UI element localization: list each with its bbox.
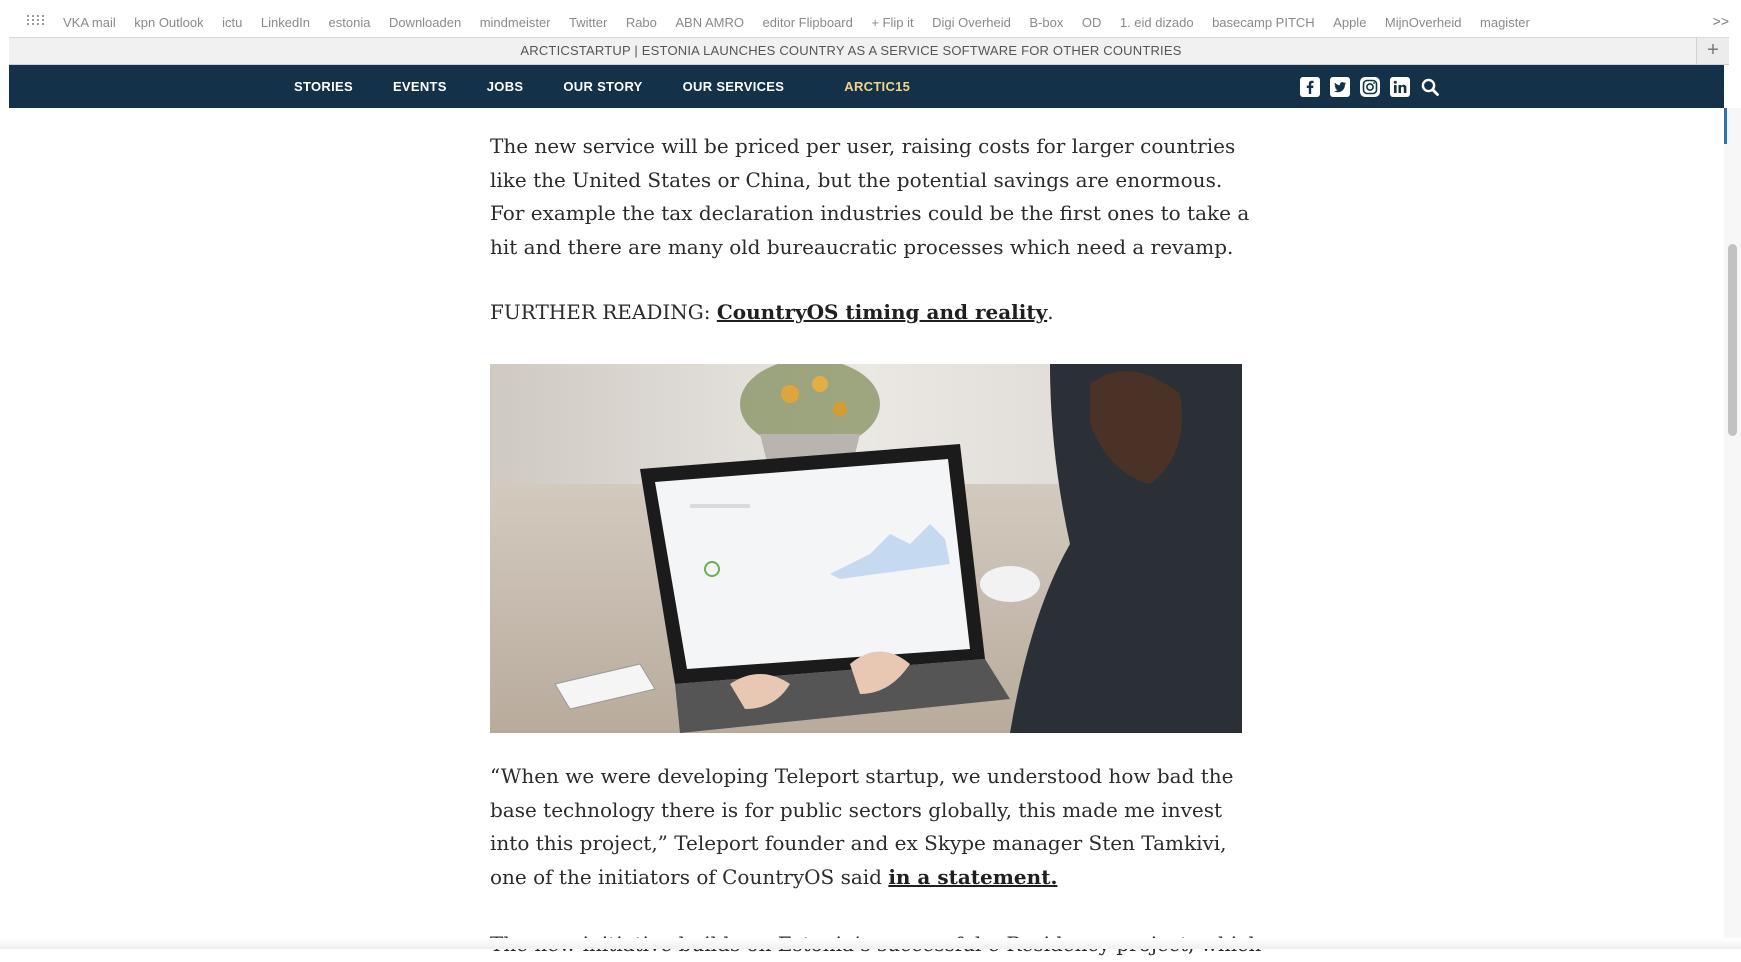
- further-reading-link[interactable]: CountryOS timing and reality: [717, 300, 1047, 324]
- nav-arctic15[interactable]: ARCTIC15: [844, 79, 910, 94]
- vertical-scrollbar[interactable]: [1724, 108, 1741, 949]
- search-icon[interactable]: [1419, 76, 1441, 98]
- site-navigation: STORIES EVENTS JOBS OUR STORY OUR SERVIC…: [9, 65, 1724, 108]
- bookmark-flip-it[interactable]: + Flip it: [871, 15, 913, 30]
- nav-our-services[interactable]: OUR SERVICES: [683, 79, 785, 94]
- browser-window: VKA mail kpn Outlook ictu LinkedIn eston…: [0, 0, 1741, 956]
- bookmark-apple[interactable]: Apple: [1333, 15, 1366, 30]
- bookmarks-bar: VKA mail kpn Outlook ictu LinkedIn eston…: [9, 7, 1729, 37]
- bookmark-kpn-outlook[interactable]: kpn Outlook: [134, 15, 203, 30]
- bookmark-basecamp-pitch[interactable]: basecamp PITCH: [1212, 15, 1315, 30]
- apps-grid-icon[interactable]: [27, 15, 45, 29]
- article-photo: [490, 364, 1242, 733]
- nav-stories[interactable]: STORIES: [294, 79, 353, 94]
- bookmark-b-box[interactable]: B-box: [1029, 15, 1063, 30]
- bookmark-od[interactable]: OD: [1082, 15, 1102, 30]
- bookmark-twitter[interactable]: Twitter: [569, 15, 607, 30]
- linkedin-icon[interactable]: [1389, 76, 1411, 98]
- bookmark-eid-dizado[interactable]: 1. eid dizado: [1120, 15, 1194, 30]
- bookmark-abn-amro[interactable]: ABN AMRO: [675, 15, 744, 30]
- bookmark-mijnoverheid[interactable]: MijnOverheid: [1385, 15, 1462, 30]
- nav-jobs[interactable]: JOBS: [487, 79, 524, 94]
- tab-active[interactable]: ARCTICSTARTUP | ESTONIA LAUNCHES COUNTRY…: [9, 43, 1693, 58]
- bookmark-mindmeister[interactable]: mindmeister: [480, 15, 551, 30]
- bookmark-estonia[interactable]: estonia: [329, 15, 371, 30]
- instagram-icon[interactable]: [1359, 76, 1381, 98]
- bookmark-linkedin[interactable]: LinkedIn: [261, 15, 310, 30]
- bookmark-magister[interactable]: magister: [1480, 15, 1530, 30]
- twitter-icon[interactable]: [1329, 76, 1351, 98]
- quote-paragraph: “When we were developing Teleport startu…: [490, 760, 1250, 894]
- laptop-photo-illustration: [490, 364, 1242, 733]
- statement-link[interactable]: in a statement.: [888, 865, 1057, 889]
- bookmark-vka-mail[interactable]: VKA mail: [63, 15, 116, 30]
- scroll-position-marker: [1724, 108, 1727, 144]
- article-paragraph: The new service will be priced per user,…: [490, 134, 1250, 259]
- nav-our-story[interactable]: OUR STORY: [563, 79, 642, 94]
- further-reading: FURTHER READING: CountryOS timing and re…: [490, 296, 1250, 330]
- bookmark-rabo[interactable]: Rabo: [626, 15, 657, 30]
- new-tab-button[interactable]: +: [1696, 38, 1729, 64]
- further-reading-label: FURTHER READING:: [490, 300, 717, 324]
- social-icons: [1299, 76, 1449, 98]
- bookmarks-overflow-button[interactable]: >>: [1713, 13, 1729, 29]
- nav-events[interactable]: EVENTS: [393, 79, 447, 94]
- nav-links: STORIES EVENTS JOBS OUR STORY OUR SERVIC…: [294, 65, 950, 108]
- bookmark-digi-overheid[interactable]: Digi Overheid: [932, 15, 1011, 30]
- window-bottom-edge: [0, 938, 1741, 949]
- further-reading-suffix: .: [1047, 300, 1054, 324]
- tab-bar: ARCTICSTARTUP | ESTONIA LAUNCHES COUNTRY…: [9, 37, 1729, 65]
- bookmark-ictu[interactable]: ictu: [222, 15, 242, 30]
- quote-text: “When we were developing Teleport startu…: [490, 764, 1234, 889]
- scrollbar-thumb[interactable]: [1728, 244, 1737, 436]
- bookmark-downloaden[interactable]: Downloaden: [389, 15, 461, 30]
- facebook-icon[interactable]: [1299, 76, 1321, 98]
- bookmark-editor-flipboard[interactable]: editor Flipboard: [763, 15, 853, 30]
